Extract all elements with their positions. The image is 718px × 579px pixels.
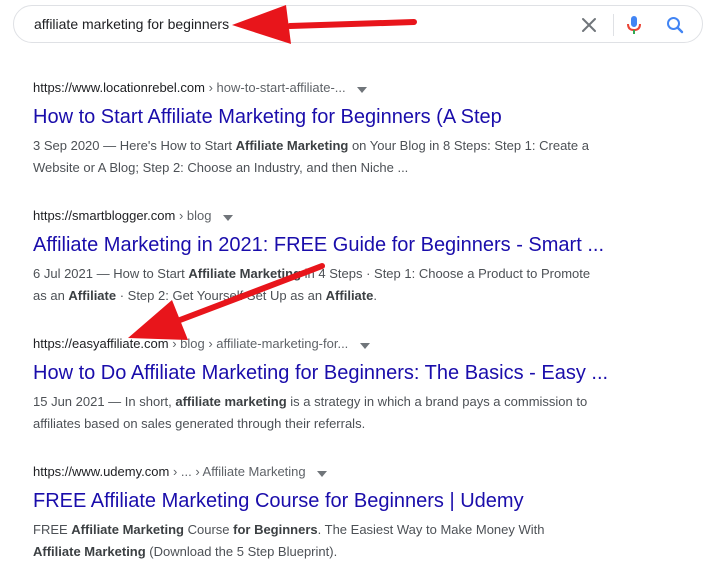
snippet-text: Course: [183, 522, 234, 537]
snippet-text: 6 Jul 2021 — How to Start: [33, 266, 189, 281]
snippet-line: FREE Affiliate Marketing Course for Begi…: [33, 519, 673, 541]
snippet-highlight: Affiliate Marketing: [71, 522, 184, 537]
result-path: › ... › Affiliate Marketing: [172, 464, 306, 479]
result-site: https://smartblogger.com: [33, 208, 176, 223]
search-bar-divider: [613, 14, 614, 36]
chevron-down-icon[interactable]: [359, 336, 370, 354]
microphone-icon[interactable]: [625, 15, 643, 35]
chevron-down-icon[interactable]: [357, 80, 368, 98]
snippet-text: Website or A Blog; Step 2: Choose an Ind…: [33, 160, 409, 175]
result-path: › blog › affiliate-marketing-for...: [172, 336, 349, 351]
snippet-text: 3 Sep 2020 — Here's How to Start: [33, 138, 236, 153]
snippet-text: FREE: [33, 522, 72, 537]
snippet-text: is a strategy in which a brand pays a co…: [286, 394, 588, 409]
result-site: https://www.locationrebel.com: [33, 80, 205, 95]
search-bar[interactable]: affiliate marketing for beginners: [13, 5, 703, 43]
result-site: https://easyaffiliate.com: [33, 336, 169, 351]
snippet-text: · Step 2: Get Yourself Set Up as an: [116, 288, 326, 303]
result-snippet: 6 Jul 2021 — How to Start Affiliate Mark…: [33, 263, 673, 307]
snippet-text: (Download the 5 Step Blueprint).: [145, 544, 338, 559]
search-result: https://www.locationrebel.com › how-to-s…: [33, 79, 673, 179]
snippet-highlight: Affiliate Marketing: [188, 266, 302, 281]
result-title-link[interactable]: How to Do Affiliate Marketing for Beginn…: [33, 360, 673, 386]
snippet-text: affiliates based on sales generated thro…: [33, 416, 366, 431]
snippet-line: 15 Jun 2021 — In short, affiliate market…: [33, 391, 673, 413]
search-result: https://smartblogger.com › blog Affiliat…: [33, 207, 673, 307]
result-title-link[interactable]: How to Start Affiliate Marketing for Beg…: [33, 104, 673, 130]
result-snippet: 15 Jun 2021 — In short, affiliate market…: [33, 391, 673, 435]
search-input[interactable]: affiliate marketing for beginners: [34, 16, 229, 32]
snippet-text: . The Easiest Way to Make Money With: [317, 522, 545, 537]
result-path: › blog: [178, 208, 212, 223]
snippet-text: on Your Blog in 8 Steps: Step 1: Create …: [348, 138, 589, 153]
snippet-line: Affiliate Marketing (Download the 5 Step…: [33, 541, 673, 563]
snippet-line: as an Affiliate · Step 2: Get Yourself S…: [33, 285, 673, 307]
snippet-highlight: Affiliate: [68, 288, 117, 303]
snippet-line: 3 Sep 2020 — Here's How to Start Affilia…: [33, 135, 673, 157]
result-snippet: 3 Sep 2020 — Here's How to Start Affilia…: [33, 135, 673, 179]
search-result: https://www.udemy.com › ... › Affiliate …: [33, 463, 673, 563]
chevron-down-icon[interactable]: [223, 208, 234, 226]
search-icon[interactable]: [666, 16, 684, 34]
result-url[interactable]: https://www.locationrebel.com › how-to-s…: [33, 79, 673, 97]
snippet-highlight: Affiliate Marketing: [235, 138, 349, 153]
result-path: › how-to-start-affiliate-...: [208, 80, 346, 95]
result-title-link[interactable]: Affiliate Marketing in 2021: FREE Guide …: [33, 232, 673, 258]
snippet-text: .: [373, 288, 377, 303]
result-url[interactable]: https://easyaffiliate.com › blog › affil…: [33, 335, 673, 353]
snippet-highlight: Affiliate: [325, 288, 374, 303]
close-icon[interactable]: [580, 16, 598, 34]
snippet-highlight: Affiliate Marketing: [33, 544, 146, 559]
chevron-down-icon[interactable]: [317, 464, 328, 482]
search-result: https://easyaffiliate.com › blog › affil…: [33, 335, 673, 435]
snippet-line: 6 Jul 2021 — How to Start Affiliate Mark…: [33, 263, 673, 285]
snippet-line: affiliates based on sales generated thro…: [33, 413, 673, 435]
snippet-text: 15 Jun 2021 — In short,: [33, 394, 176, 409]
snippet-highlight: for Beginners: [233, 522, 318, 537]
result-snippet: FREE Affiliate Marketing Course for Begi…: [33, 519, 673, 563]
result-site: https://www.udemy.com: [33, 464, 170, 479]
snippet-line: Website or A Blog; Step 2: Choose an Ind…: [33, 157, 673, 179]
result-url[interactable]: https://www.udemy.com › ... › Affiliate …: [33, 463, 673, 481]
snippet-text: in 4 Steps · Step 1: Choose a Product to…: [301, 266, 591, 281]
result-title-link[interactable]: FREE Affiliate Marketing Course for Begi…: [33, 488, 673, 514]
snippet-text: as an: [33, 288, 69, 303]
result-url[interactable]: https://smartblogger.com › blog: [33, 207, 673, 225]
snippet-highlight: affiliate marketing: [175, 394, 287, 409]
